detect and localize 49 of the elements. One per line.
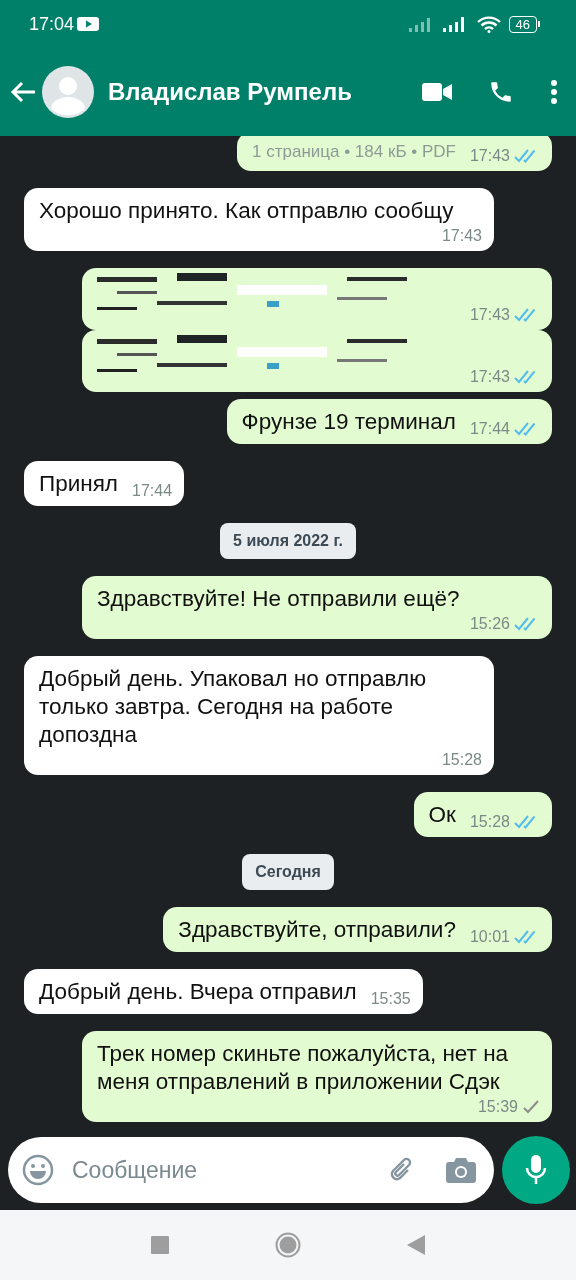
- message-text: Добрый день. Упаковал но отправлю только завтра. Сегодня на работе допоздна: [39, 665, 428, 749]
- back-icon[interactable]: [407, 1235, 425, 1255]
- emoji-icon[interactable]: [22, 1154, 54, 1186]
- outgoing-message-bubble[interactable]: Фрунзе 19 терминал 17:44: [226, 399, 552, 444]
- message-text: Принял: [39, 470, 118, 498]
- message-text: Добрый день. Вчера отправил: [39, 978, 357, 1006]
- outgoing-message-bubble[interactable]: Ок 15:28: [413, 792, 552, 837]
- outgoing-message-bubble[interactable]: Трек номер скиньте пожалуйста, нет на меня отправлений в приложении Сдэк 15:39: [82, 1031, 552, 1122]
- message-time: 17:43: [469, 305, 510, 325]
- battery-indicator: 46: [508, 15, 540, 33]
- more-options-icon[interactable]: [550, 79, 558, 105]
- message-text: Хорошо принято. Как отправлю сообщу: [39, 197, 454, 225]
- date-chip: Сегодня: [242, 854, 334, 890]
- date-chip: 5 июля 2022 г.: [220, 523, 356, 559]
- back-arrow-icon[interactable]: [10, 81, 36, 103]
- incoming-message-bubble[interactable]: Хорошо принято. Как отправлю сообщу 17:43: [24, 188, 494, 251]
- message-time: 15:26: [469, 614, 510, 634]
- message-text: Здравствуйте! Не отправили ещё?: [97, 585, 460, 613]
- phone-icon[interactable]: [488, 79, 514, 105]
- file-info: 1 страница • 184 кБ • PDF: [252, 141, 456, 163]
- message-time: 15:28: [469, 812, 510, 832]
- message-time: 17:43: [441, 226, 482, 246]
- incoming-message-bubble[interactable]: Добрый день. Вчера отправил 15:35: [24, 969, 423, 1014]
- message-text: Здравствуйте, отправили?: [178, 916, 456, 944]
- message-time: 17:43: [469, 367, 510, 387]
- message-text: Трек номер скиньте пожалуйста, нет на меня отправлений в приложении Сдэк: [97, 1040, 510, 1096]
- message-composer[interactable]: Сообщение: [8, 1137, 494, 1203]
- outgoing-message-bubble[interactable]: Здравствуйте! Не отправили ещё? 15:26: [82, 576, 552, 639]
- message-time: 15:39: [477, 1097, 518, 1117]
- message-time: 17:44: [469, 419, 510, 439]
- message-time: 15:28: [441, 750, 482, 770]
- outgoing-message-bubble[interactable]: Здравствуйте, отправили? 10:01: [163, 907, 552, 952]
- camera-icon[interactable]: [446, 1157, 476, 1183]
- play-icon: [77, 16, 100, 32]
- incoming-message-bubble[interactable]: Принял 17:44: [24, 461, 185, 506]
- avatar-icon[interactable]: [42, 66, 94, 118]
- message-time: 10:01: [469, 927, 510, 947]
- message-time: 17:44: [132, 481, 173, 501]
- message-time: 17:43: [469, 146, 510, 166]
- video-camera-icon[interactable]: [422, 82, 452, 102]
- wifi-icon: [476, 15, 501, 33]
- incoming-message-bubble[interactable]: Добрый день. Упаковал но отправлю только завтра. Сегодня на работе допоздна 15:28: [24, 656, 494, 775]
- microphone-icon: [525, 1155, 547, 1185]
- message-time: 15:35: [370, 989, 411, 1009]
- message-text: Фрунзе 19 терминал: [241, 408, 456, 436]
- message-text: Ок: [428, 801, 456, 829]
- home-icon[interactable]: [275, 1232, 301, 1258]
- contact-name[interactable]: Владислав Румпель: [108, 78, 386, 106]
- clock-time: 17:04: [29, 13, 75, 35]
